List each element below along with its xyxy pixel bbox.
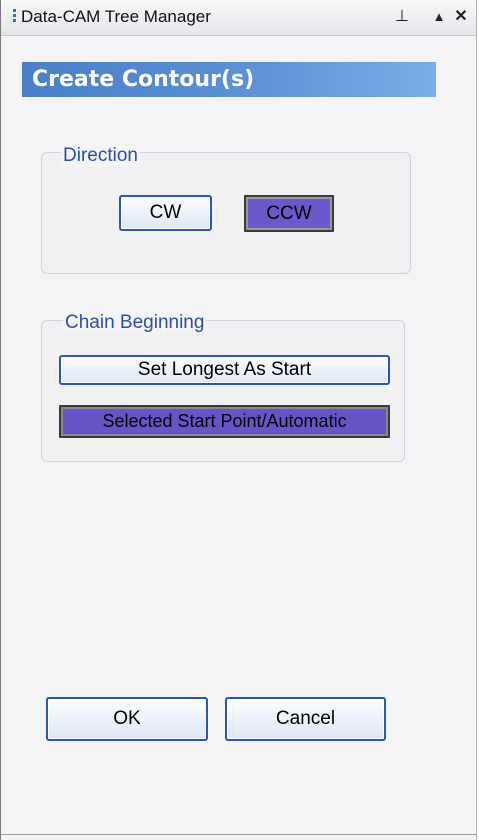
ok-button[interactable]: OK bbox=[46, 697, 208, 741]
chain-beginning-label: Chain Beginning bbox=[63, 312, 207, 334]
pin-icon[interactable]: ⊥ bbox=[392, 6, 412, 28]
selected-start-point-button[interactable]: Selected Start Point/Automatic bbox=[59, 405, 390, 438]
window-title: Data-CAM Tree Manager bbox=[21, 7, 211, 26]
close-icon[interactable]: ✕ bbox=[451, 6, 471, 28]
tree-manager-panel: Data-CAM Tree Manager ⊥ ▲ ✕ Create Conto… bbox=[0, 0, 477, 840]
bottom-divider bbox=[1, 834, 476, 835]
set-longest-as-start-button[interactable]: Set Longest As Start bbox=[59, 355, 390, 385]
title-bar[interactable]: Data-CAM Tree Manager ⊥ ▲ ✕ bbox=[1, 0, 476, 36]
section-header: Create Contour(s) bbox=[22, 62, 436, 97]
triangle-up-icon[interactable]: ▲ bbox=[429, 6, 449, 28]
cw-button[interactable]: CW bbox=[119, 195, 212, 231]
ccw-button[interactable]: CCW bbox=[244, 195, 334, 232]
direction-label: Direction bbox=[61, 145, 140, 167]
cancel-button[interactable]: Cancel bbox=[225, 697, 386, 741]
direction-group bbox=[41, 152, 411, 274]
chain-beginning-group bbox=[41, 320, 405, 462]
drag-grip-icon[interactable] bbox=[13, 9, 16, 27]
